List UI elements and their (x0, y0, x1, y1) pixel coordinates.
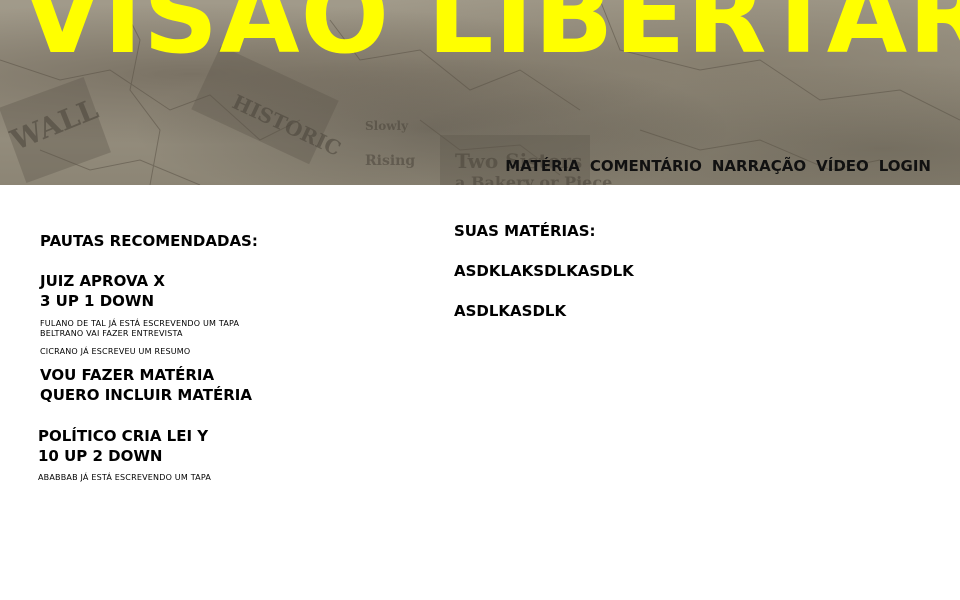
pauta-title[interactable]: POLÍTICO CRIA LEI Y (38, 426, 380, 446)
my-stories-heading: SUAS MATÉRIAS: (454, 222, 596, 240)
quero-incluir-materia-link[interactable]: QUERO INCLUIR MATÉRIA (40, 385, 380, 405)
story-item[interactable]: ASDKLAKSDLKASDLK (454, 262, 854, 281)
pauta-votes: 10 UP 2 DOWN (38, 447, 163, 465)
nav-narracao[interactable]: NARRAÇÃO (707, 157, 811, 175)
header-banner: HISTORIC WALL Two Sisters a Bakery or Pi… (0, 0, 960, 185)
pauta-votes: 3 UP 1 DOWN (40, 292, 155, 310)
nav-video[interactable]: VÍDEO (811, 157, 874, 175)
site-title: VISÃO LIBERTÁRIA (22, 0, 960, 77)
recommended-pautas: PAUTAS RECOMENDADAS: JUIZ APROVA X 3 UP … (38, 232, 380, 483)
pauta-card: POLÍTICO CRIA LEI Y 10 UP 2 DOWN ABABBAB… (38, 426, 380, 483)
pauta-note: FULANO DE TAL JÁ ESTÁ ESCREVENDO UM TAPA (40, 319, 240, 328)
main-nav: MATÉRIA COMENTÁRIO NARRAÇÃO VÍDEO LOGIN (500, 154, 936, 178)
pauta-actions: VOU FAZER MATÉRIA QUERO INCLUIR MATÉRIA (40, 365, 380, 405)
collage-word-slowly: Slowly (365, 119, 409, 133)
pauta-note: BELTRANO VAI FAZER ENTREVISTA (40, 329, 183, 338)
pauta-note: CICRANO JÁ ESCREVEU UM RESUMO (40, 347, 191, 356)
recommended-heading: PAUTAS RECOMENDADAS: (40, 232, 258, 250)
nav-login[interactable]: LOGIN (874, 157, 936, 175)
pauta-note: ABABBAB JÁ ESTÁ ESCREVENDO UM TAPA (38, 473, 212, 482)
my-stories: SUAS MATÉRIAS: ASDKLAKSDLKASDLK ASDLKASD… (454, 222, 854, 321)
vou-fazer-materia-link[interactable]: VOU FAZER MATÉRIA (40, 365, 380, 385)
nav-comentario[interactable]: COMENTÁRIO (585, 157, 707, 175)
collage-word-rising: Rising (365, 153, 415, 169)
pauta-card: JUIZ APROVA X 3 UP 1 DOWN FULANO DE TAL … (40, 271, 380, 357)
story-item[interactable]: ASDLKASDLK (454, 302, 854, 321)
nav-materia[interactable]: MATÉRIA (500, 157, 585, 175)
pauta-title[interactable]: JUIZ APROVA X (40, 271, 380, 291)
